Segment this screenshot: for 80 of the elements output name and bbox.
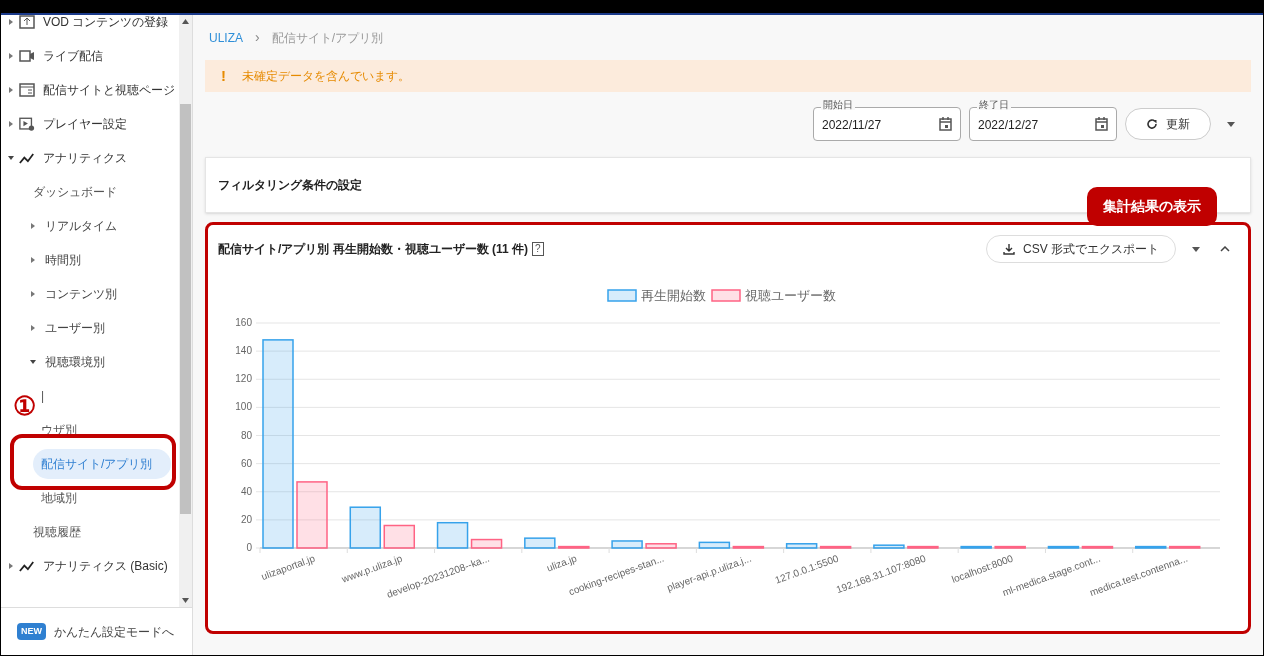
calendar-icon (939, 117, 952, 131)
warning-icon: ! (221, 64, 226, 88)
caret-down-icon (7, 154, 15, 162)
dropdown-caret-icon[interactable] (1227, 121, 1235, 127)
warning-message: 未確定データを含んでいます。 (242, 68, 410, 85)
bar (1135, 545, 1167, 549)
help-icon[interactable]: ? (532, 242, 544, 256)
analytics-icon (19, 559, 35, 573)
sidebar-link[interactable]: 視聴履歴 (25, 517, 171, 547)
bar (960, 545, 992, 549)
easy-mode-link[interactable]: かんたん設定モードへ (54, 622, 174, 641)
bar (611, 540, 643, 549)
breadcrumb-separator: › (255, 28, 260, 47)
bar (1169, 545, 1201, 549)
caret-right-icon (7, 18, 15, 26)
caret-right-icon (7, 86, 15, 94)
sidebar-section[interactable]: プレイヤー設定 (1, 107, 179, 141)
y-tick-label: 160 (235, 317, 252, 328)
sidebar-section[interactable]: 配信サイトと視聴ページ (1, 73, 179, 107)
bar (907, 545, 939, 549)
result-panel-title: 配信サイト/アプリ別 再生開始数・視聴ユーザー数 (11 件) (218, 241, 528, 258)
y-tick-label: 0 (246, 542, 252, 553)
y-tick-label: 120 (235, 373, 252, 385)
bar (296, 481, 328, 549)
sidebar-section[interactable]: アナリティクス (Basic) (1, 549, 179, 583)
sidebar-section[interactable]: VOD コンテンツの登録 (1, 15, 179, 39)
caret-right-icon (29, 324, 37, 332)
scroll-down-icon[interactable] (182, 598, 189, 603)
breadcrumb-current: 配信サイト/アプリ別 (271, 29, 384, 47)
legend-label: 再生開始数 (641, 289, 706, 303)
dropdown-caret-icon[interactable] (1192, 246, 1200, 252)
sidebar-group[interactable]: 時間別 (1, 243, 179, 277)
y-tick-label: 100 (235, 401, 252, 413)
sidebar-group[interactable]: コンテンツ別 (1, 277, 179, 311)
sidebar-group[interactable]: 視聴環境別 (1, 345, 179, 379)
bar (349, 506, 381, 549)
caret-right-icon (7, 52, 15, 60)
video-camera-icon (19, 50, 35, 62)
upload-icon (19, 15, 35, 29)
step-marker: ① (13, 393, 36, 419)
caret-right-icon (7, 562, 15, 570)
y-tick-label: 20 (240, 513, 252, 525)
bar (524, 537, 556, 549)
sidebar-link[interactable]: 配信サイト/アプリ別 (33, 449, 171, 479)
caret-down-icon (29, 358, 37, 366)
refresh-button[interactable]: 更新 (1125, 108, 1211, 140)
sidebar-link[interactable]: ダッシュボード (25, 177, 171, 207)
scrollbar[interactable] (179, 15, 192, 607)
sidebar-section[interactable]: アナリティクス (1, 141, 179, 175)
caret-right-icon (7, 120, 15, 128)
bar (994, 545, 1026, 549)
bar (873, 544, 905, 549)
callout-label: 集計結果の表示 (1087, 187, 1217, 226)
y-tick-label: 40 (240, 485, 252, 497)
refresh-icon (1146, 118, 1158, 130)
player-settings-icon (19, 116, 35, 132)
new-badge: NEW (17, 622, 46, 641)
y-tick-label: 80 (240, 429, 252, 441)
sidebar-group[interactable]: ユーザー別 (1, 311, 179, 345)
caret-right-icon (29, 290, 37, 298)
collapse-icon[interactable] (1220, 246, 1230, 252)
analytics-icon (19, 151, 35, 165)
download-icon (1003, 243, 1015, 255)
date-field-label: 開始日 (821, 100, 855, 110)
bar (558, 545, 590, 549)
y-tick-label: 140 (235, 345, 252, 357)
window-icon (19, 83, 35, 97)
filter-panel-title: フィルタリング条件の設定 (218, 177, 362, 194)
calendar-icon (1095, 117, 1108, 131)
bar (645, 543, 677, 549)
date-field-label: 終了日 (977, 100, 1011, 110)
y-tick-label: 60 (240, 457, 252, 469)
sidebar-link[interactable]: 地域別 (33, 483, 171, 513)
legend-label: 視聴ユーザー数 (745, 289, 836, 303)
bar (383, 524, 415, 549)
caret-right-icon (29, 256, 37, 264)
sidebar-section[interactable]: ライブ配信 (1, 39, 179, 73)
caret-right-icon (29, 222, 37, 230)
sidebar-group[interactable]: リアルタイム (1, 209, 179, 243)
scroll-up-icon[interactable] (182, 19, 189, 24)
